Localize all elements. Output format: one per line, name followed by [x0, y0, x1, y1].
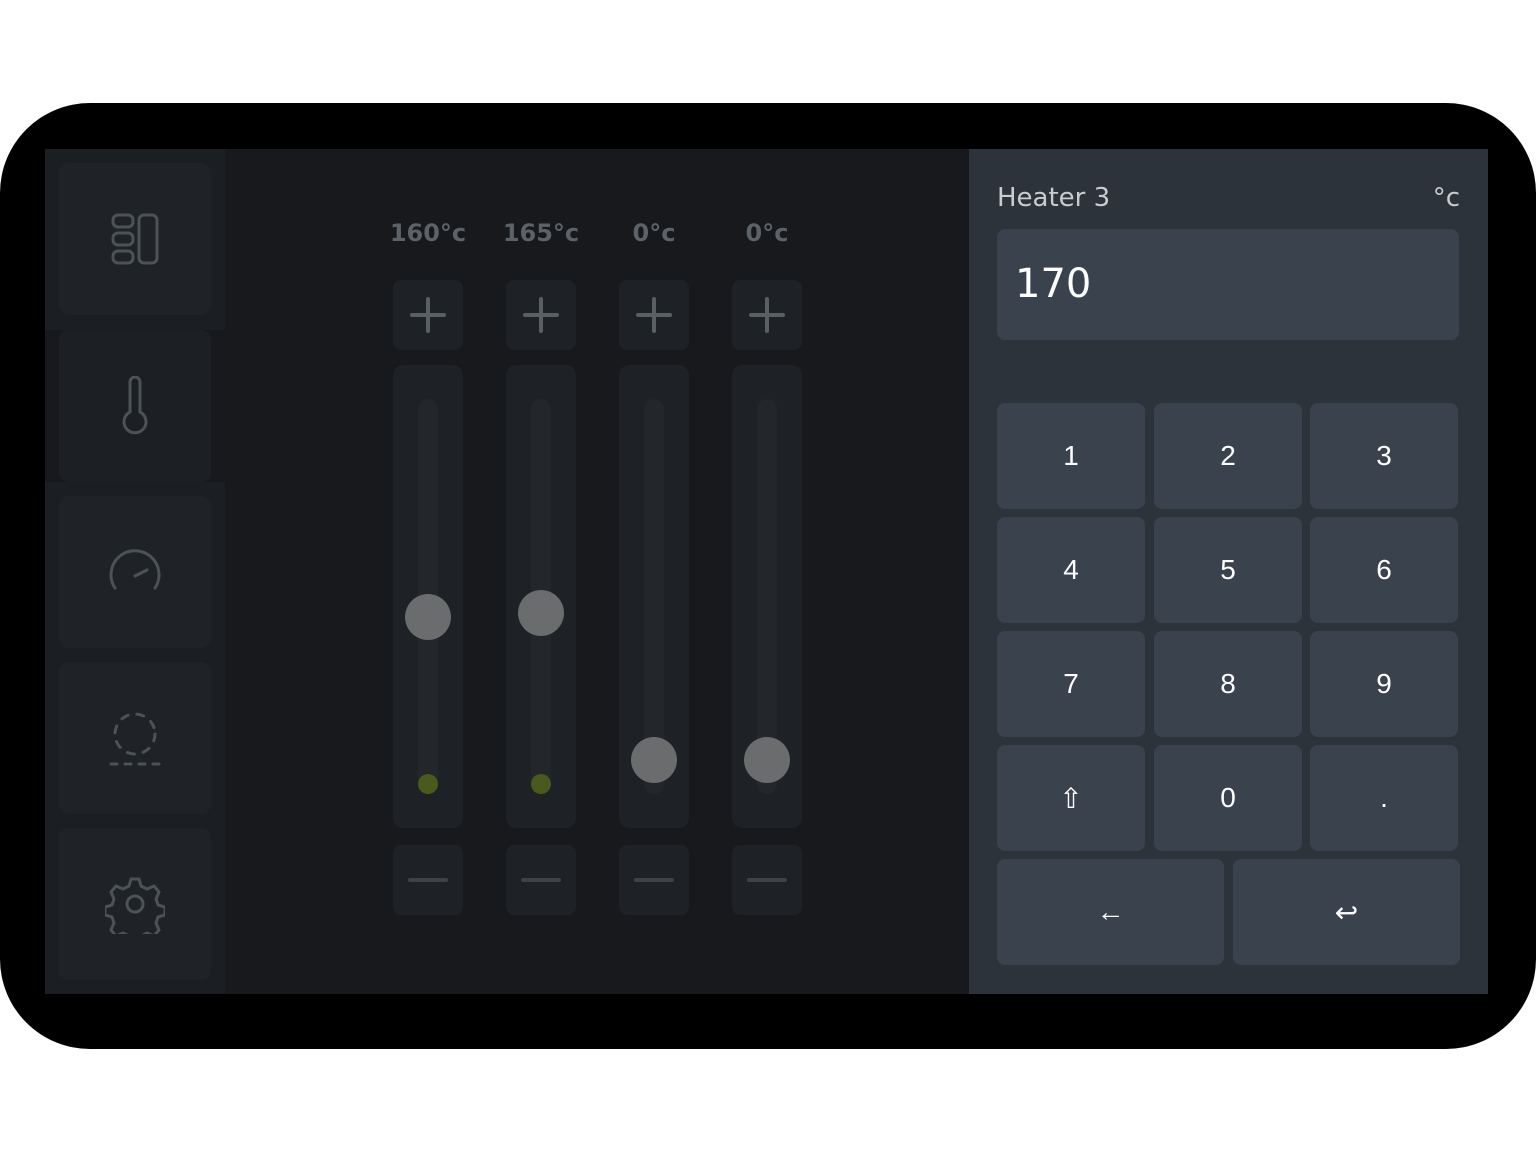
heater-temp-label: 0°c	[745, 219, 789, 247]
gauge-icon	[109, 549, 161, 590]
nav-temperature-button[interactable]	[59, 330, 211, 482]
nav-settings-button[interactable]	[59, 828, 211, 980]
dashboard-icon	[111, 213, 159, 265]
key-9[interactable]: 9	[1310, 631, 1458, 737]
scan-frame-icon	[109, 712, 161, 766]
thermometer-icon	[122, 376, 148, 435]
increase-button[interactable]	[393, 280, 463, 350]
key-7[interactable]: 7	[997, 631, 1145, 737]
keypad-title: Heater 3	[997, 183, 1111, 213]
key-3[interactable]: 3	[1310, 403, 1458, 509]
nav-gauge-button[interactable]	[59, 496, 211, 648]
sidebar	[45, 149, 225, 994]
key-4[interactable]: 4	[997, 517, 1145, 623]
value-input[interactable]: 170	[997, 229, 1459, 340]
key-5[interactable]: 5	[1154, 517, 1302, 623]
gear-icon	[105, 877, 165, 934]
key-0[interactable]: 0	[1154, 745, 1302, 851]
heater-slider[interactable]	[393, 365, 463, 828]
decrease-button[interactable]	[393, 845, 463, 915]
key-6[interactable]: 6	[1310, 517, 1458, 623]
increase-button[interactable]	[619, 280, 689, 350]
heater-slider[interactable]	[506, 365, 576, 828]
enter-key[interactable]: ↩	[1233, 859, 1460, 965]
heating-indicator	[531, 774, 551, 794]
shift-key[interactable]: ⇧	[997, 745, 1145, 851]
heater-slider[interactable]	[732, 365, 802, 828]
nav-scan-button[interactable]	[59, 662, 211, 814]
keypad-unit: °c	[1432, 183, 1460, 213]
slider-track	[644, 399, 664, 794]
plus-icon	[749, 297, 785, 333]
nav-dashboard-button[interactable]	[59, 163, 211, 315]
plus-icon	[636, 297, 672, 333]
decrease-button[interactable]	[506, 845, 576, 915]
keypad-panel: Heater 3 °c 170 1 2 3 4 5 6 7 8 9 ⇧ 0 . …	[969, 149, 1488, 994]
heater-slider[interactable]	[619, 365, 689, 828]
heating-indicator	[418, 774, 438, 794]
minus-icon	[521, 878, 561, 882]
backspace-key[interactable]: ←	[997, 859, 1224, 965]
plus-icon	[523, 297, 559, 333]
slider-thumb[interactable]	[405, 593, 451, 640]
key-2[interactable]: 2	[1154, 403, 1302, 509]
key-1[interactable]: 1	[997, 403, 1145, 509]
plus-icon	[410, 297, 446, 333]
slider-track	[757, 399, 777, 794]
heater-temp-label: 160°c	[389, 219, 467, 247]
key-8[interactable]: 8	[1154, 631, 1302, 737]
minus-icon	[634, 878, 674, 882]
minus-icon	[747, 878, 787, 882]
increase-button[interactable]	[506, 280, 576, 350]
heater-temp-label: 0°c	[632, 219, 676, 247]
screen: 160°c 165°c 0°c 0°c Heater 3 °c 170 1 2 3 4…	[45, 149, 1488, 994]
decrease-button[interactable]	[619, 845, 689, 915]
slider-thumb[interactable]	[631, 737, 677, 783]
decrease-button[interactable]	[732, 845, 802, 915]
increase-button[interactable]	[732, 280, 802, 350]
decimal-key[interactable]: .	[1310, 745, 1458, 851]
heater-temp-label: 165°c	[502, 219, 580, 247]
slider-thumb[interactable]	[744, 737, 790, 783]
slider-thumb[interactable]	[518, 590, 564, 637]
minus-icon	[408, 878, 448, 882]
